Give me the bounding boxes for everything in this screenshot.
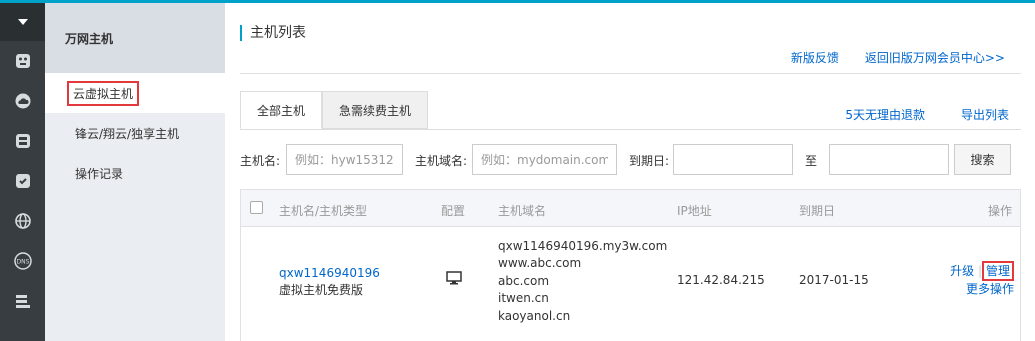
subnav-item-dedicated-host[interactable]: 锋云/翔云/独享主机 bbox=[45, 113, 225, 153]
main-content: 主机列表 新版反馈 返回旧版万网会员中心>> 全部主机 急需续费主机 5天无理由… bbox=[226, 3, 1035, 341]
subnav-item-label: 操作记录 bbox=[75, 166, 124, 181]
menu-toggle-icon[interactable] bbox=[0, 3, 45, 41]
ip-address: 121.42.84.215 bbox=[677, 273, 765, 287]
server-icon[interactable] bbox=[0, 121, 45, 161]
tab-links: 5天无理由退款 导出列表 bbox=[845, 106, 1009, 123]
domain-item: kaoyanol.cn bbox=[498, 308, 571, 323]
page-title: 主机列表 bbox=[240, 25, 306, 41]
header-links: 新版反馈 返回旧版万网会员中心>> bbox=[791, 49, 1005, 66]
svg-text:DNS: DNS bbox=[16, 259, 29, 266]
select-all-checkbox[interactable] bbox=[250, 201, 263, 214]
header-expiry: 到期日 bbox=[799, 204, 836, 218]
hosting-icon[interactable] bbox=[0, 41, 45, 81]
dns-icon[interactable]: DNS bbox=[0, 241, 45, 281]
subnav-title: 万网主机 bbox=[45, 3, 225, 73]
storage-icon[interactable] bbox=[0, 281, 45, 321]
header-domain: 主机域名 bbox=[498, 204, 547, 218]
table-header: 主机名/主机类型 配置 主机域名 IP地址 到期日 操作 bbox=[241, 190, 1020, 227]
upgrade-link[interactable]: 升级 bbox=[950, 264, 974, 278]
host-domain-input[interactable] bbox=[472, 144, 617, 175]
search-button[interactable]: 搜索 bbox=[954, 144, 1011, 175]
expiry-label: 到期日: bbox=[629, 154, 670, 168]
feedback-link[interactable]: 新版反馈 bbox=[791, 49, 839, 66]
expiry-end-input[interactable] bbox=[829, 144, 949, 175]
refund-link[interactable]: 5天无理由退款 bbox=[845, 106, 925, 123]
header-ip: IP地址 bbox=[677, 204, 712, 218]
subnav-item-label: 云虚拟主机 bbox=[67, 80, 140, 106]
manage-link[interactable]: 管理 bbox=[981, 261, 1014, 281]
expiry-to-label: 至 bbox=[805, 154, 818, 168]
export-list-link[interactable]: 导出列表 bbox=[961, 106, 1009, 123]
expiry-start-input[interactable] bbox=[673, 144, 793, 175]
host-name-label: 主机名: bbox=[240, 154, 281, 168]
search-bar: 主机名: 主机域名: 到期日: 至 搜索 bbox=[240, 144, 1030, 175]
domain-item: qxw1146940196.my3w.com bbox=[498, 239, 668, 253]
header-name: 主机名/主机类型 bbox=[279, 204, 368, 218]
sub-navigation: 万网主机 云虚拟主机 锋云/翔云/独享主机 操作记录 bbox=[45, 3, 225, 341]
domain-item: www.abc.com bbox=[498, 256, 582, 271]
host-name-cell: qxw1146940196 虚拟主机免费版 bbox=[279, 265, 380, 299]
globe-icon[interactable] bbox=[0, 201, 45, 241]
subnav-item-operation-log[interactable]: 操作记录 bbox=[45, 153, 225, 193]
tab-divider bbox=[240, 129, 1021, 130]
header-divider bbox=[240, 73, 1021, 74]
security-icon[interactable] bbox=[0, 161, 45, 201]
tab-renewal-hosts[interactable]: 急需续费主机 bbox=[322, 91, 429, 129]
expiry-date: 2017-01-15 bbox=[799, 273, 869, 287]
host-type: 虚拟主机免费版 bbox=[279, 283, 364, 297]
domain-list: qxw1146940196.my3w.com www.abc.com abc.c… bbox=[498, 238, 667, 325]
host-tabs: 全部主机 急需续费主机 bbox=[240, 91, 429, 129]
header-config: 配置 bbox=[441, 204, 466, 218]
subnav-item-virtual-host[interactable]: 云虚拟主机 bbox=[45, 73, 225, 113]
subnav-item-label: 锋云/翔云/独享主机 bbox=[75, 126, 180, 141]
domain-item: itwen.cn bbox=[498, 291, 549, 306]
cloud-icon[interactable] bbox=[0, 81, 45, 121]
host-table: 主机名/主机类型 配置 主机域名 IP地址 到期日 操作 qxw11469401… bbox=[240, 189, 1021, 341]
row-actions: 升级 | 管理 更多操作 bbox=[950, 261, 1014, 298]
old-version-link[interactable]: 返回旧版万网会员中心>> bbox=[865, 49, 1005, 66]
host-name-link[interactable]: qxw1146940196 bbox=[279, 265, 380, 282]
domain-item: abc.com bbox=[498, 273, 550, 288]
host-domain-label: 主机域名: bbox=[415, 154, 468, 168]
more-actions-link[interactable]: 更多操作 bbox=[950, 280, 1014, 298]
icon-sidebar: DNS bbox=[0, 3, 45, 341]
tab-all-hosts[interactable]: 全部主机 bbox=[240, 91, 323, 129]
monitor-icon bbox=[446, 271, 462, 288]
host-name-input[interactable] bbox=[286, 144, 403, 175]
table-row: qxw1146940196 虚拟主机免费版 qxw1146940196.my3w… bbox=[241, 227, 1020, 341]
header-action: 操作 bbox=[987, 204, 1012, 218]
